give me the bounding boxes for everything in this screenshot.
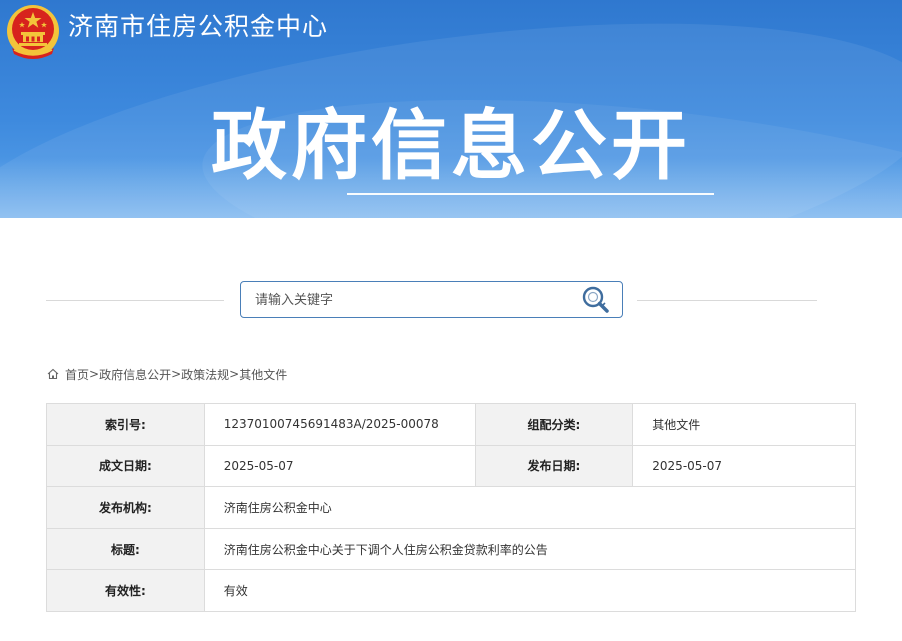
publish-date-label: 发布日期: [474,444,634,488]
category-value: 其他文件 [632,403,856,446]
document-info-table: 索引号: 12370100745691483A/2025-00078 组配分类:… [46,403,857,612]
validity-label: 有效性: [46,569,205,612]
breadcrumb-item-home[interactable]: 首页 [65,366,89,383]
breadcrumb-item-other-files[interactable]: 其他文件 [239,366,287,383]
breadcrumb-item-policy[interactable]: 政策法规 [181,366,229,383]
index-number-value: 12370100745691483A/2025-00078 [203,403,476,446]
validity-value: 有效 [203,569,857,612]
title-label: 标题: [46,527,205,571]
divider-right [637,300,817,301]
breadcrumb: 首页 > 政府信息公开 > 政策法规 > 其他文件 [47,366,287,382]
search-box [240,281,623,318]
search-icon[interactable] [580,285,612,315]
publisher-value: 济南住房公积金中心 [203,486,857,529]
table-row: 索引号: 12370100745691483A/2025-00078 组配分类:… [46,403,856,446]
table-row: 有效性: 有效 [46,569,857,612]
table-row: 发布机构: 济南住房公积金中心 [46,486,857,529]
divider-left [46,300,224,301]
search-input[interactable] [255,289,565,311]
index-number-label: 索引号: [46,403,205,446]
table-row: 标题: 济南住房公积金中心关于下调个人住房公积金贷款利率的公告 [46,527,857,571]
header-banner: 济南市住房公积金中心 政府信息公开 [0,0,902,218]
breadcrumb-separator: > [89,367,100,381]
category-label: 组配分类: [474,403,634,446]
title-underline [347,193,714,195]
created-date-value: 2025-05-07 [203,444,476,488]
created-date-label: 成文日期: [46,444,205,488]
table-row: 成文日期: 2025-05-07 发布日期: 2025-05-07 [46,444,856,488]
banner-title: 政府信息公开 [211,101,691,190]
publish-date-value: 2025-05-07 [632,444,856,488]
publisher-label: 发布机构: [46,486,205,529]
title-value: 济南住房公积金中心关于下调个人住房公积金贷款利率的公告 [203,527,857,571]
breadcrumb-separator: > [171,367,182,381]
breadcrumb-item-gov-info[interactable]: 政府信息公开 [99,366,171,383]
national-emblem-icon[interactable] [4,2,62,62]
home-icon [47,368,59,380]
breadcrumb-separator: > [229,367,240,381]
site-name[interactable]: 济南市住房公积金中心 [68,11,328,43]
